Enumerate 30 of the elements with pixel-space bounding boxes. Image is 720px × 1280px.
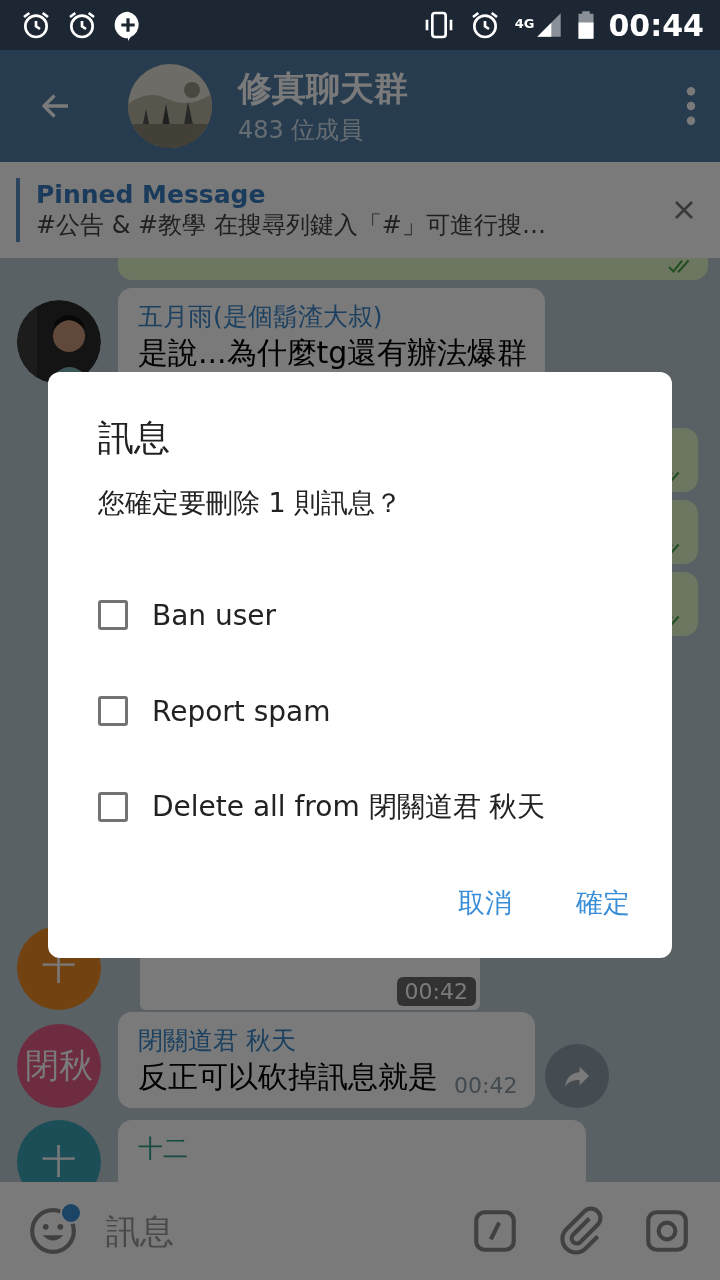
checkbox[interactable]	[98, 792, 128, 822]
network-type: 4G	[514, 15, 535, 31]
more-icon[interactable]	[686, 87, 696, 125]
group-title: 修真聊天群	[238, 67, 409, 110]
sender-name: 五月雨(是個鬍渣大叔)	[138, 301, 384, 333]
pinned-text: #公告 & #教學 在搜尋列鍵入「#」可進行搜…	[36, 209, 547, 241]
member-count: 483 位成員	[238, 115, 365, 146]
sender-name: 閉關道君 秋天	[138, 1025, 297, 1057]
avatar-initials[interactable]: 十	[17, 1120, 101, 1182]
checkbox-option[interactable]: Report spam	[98, 663, 622, 759]
pinned-message-bar[interactable]: Pinned Message #公告 & #教學 在搜尋列鍵入「#」可進行搜…	[0, 162, 720, 258]
avatar-initials[interactable]: 閉秋	[17, 1024, 101, 1108]
message-text: 反正可以砍掉訊息就是	[138, 1058, 438, 1096]
message-time: 00:42	[396, 977, 476, 1006]
signal-icon	[534, 11, 563, 39]
clock: 00:44	[608, 7, 704, 43]
battery-icon	[576, 10, 595, 40]
dialog-title: 訊息	[98, 416, 171, 460]
message-time: 00:42	[454, 1073, 518, 1098]
message-text: 是說...為什麼tg還有辦法爆群	[138, 334, 528, 372]
checkbox-option[interactable]: Delete all from 閉關道君 秋天	[98, 759, 622, 855]
emoji-icon[interactable]	[28, 1206, 78, 1256]
checkbox[interactable]	[98, 696, 128, 726]
dialog-button[interactable]: 取消	[446, 875, 524, 931]
pinned-label: Pinned Message	[36, 179, 267, 209]
checkbox-option[interactable]: Ban user	[98, 567, 622, 663]
dialog-button[interactable]: 確定	[564, 875, 642, 931]
dialog-message: 您確定要刪除 1 則訊息？	[98, 486, 404, 520]
sender-name: 十二	[138, 1133, 189, 1165]
checkbox[interactable]	[98, 600, 128, 630]
